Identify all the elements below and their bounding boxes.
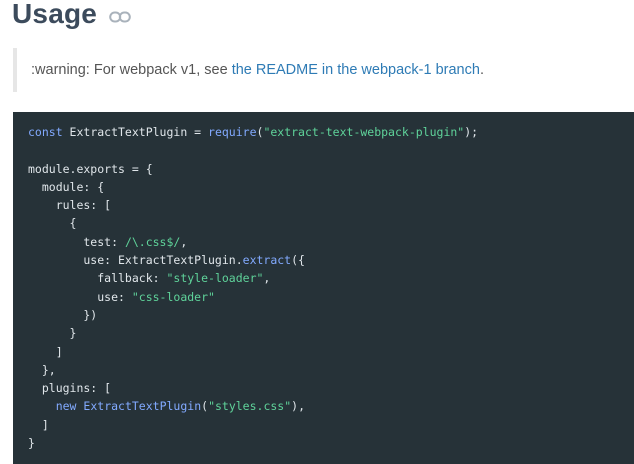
code-token: }	[28, 326, 77, 341]
code-token: use: ExtractTextPlugin.	[28, 253, 243, 268]
code-token: "extract-text-webpack-plugin"	[263, 125, 465, 139]
code-line: })	[28, 306, 634, 324]
code-token: /\.css$/	[124, 234, 181, 249]
code-line: new ExtractTextPlugin("styles.css"),	[28, 397, 634, 415]
code-token: use:	[28, 289, 132, 304]
code-token: "style-loader"	[166, 271, 264, 286]
code-line: }	[28, 434, 634, 452]
code-token: module.exports = {	[28, 161, 153, 176]
code-token: new	[55, 399, 77, 414]
code-line: module.exports = {	[28, 160, 634, 178]
code-token: rules: [	[28, 198, 112, 213]
code-token: const	[28, 125, 63, 139]
code-token: "styles.css"	[208, 399, 292, 414]
code-token: require	[208, 125, 257, 139]
code-token: fallback:	[28, 271, 167, 286]
code-line: use: ExtractTextPlugin.extract({	[28, 251, 634, 269]
code-line: fallback: "style-loader",	[28, 269, 634, 287]
code-token: test:	[28, 234, 125, 249]
code-token: ),	[291, 399, 306, 414]
code-token: {	[28, 216, 77, 231]
code-token: ]	[28, 417, 49, 432]
code-token: })	[28, 307, 98, 322]
code-token: ,	[180, 234, 188, 249]
code-line: {	[28, 214, 634, 232]
code-line: const ExtractTextPlugin = require("extra…	[28, 123, 634, 141]
code-line: }	[28, 324, 634, 342]
code-token: },	[28, 362, 56, 377]
code-line: ]	[28, 416, 634, 434]
code-block: const ExtractTextPlugin = require("extra…	[13, 112, 634, 464]
note-prefix: :warning: For webpack v1, see	[31, 62, 232, 78]
code-token: ]	[28, 344, 63, 359]
code-line: },	[28, 361, 634, 379]
note-suffix: .	[479, 62, 484, 78]
section-heading: Usage	[12, 0, 131, 32]
code-line: rules: [	[28, 196, 634, 214]
code-line: module: {	[28, 178, 634, 196]
heading-title: Usage	[12, 0, 98, 29]
code-token: ,	[263, 271, 271, 286]
readme-link[interactable]: the README in the webpack-1 branch	[232, 62, 480, 78]
code-line: ]	[28, 343, 634, 361]
code-token: );	[464, 125, 479, 139]
code-token: extract	[242, 253, 292, 268]
code-line: plugins: [	[28, 379, 634, 397]
code-line: use: "css-loader"	[28, 288, 634, 306]
code-token: }	[28, 436, 35, 451]
link-icon[interactable]	[109, 10, 131, 23]
code-token: plugins: [	[28, 381, 112, 396]
code-token: ({	[291, 253, 305, 268]
code-token: ExtractTextPlugin	[83, 399, 202, 414]
code-token: module: {	[28, 179, 105, 194]
code-token: ExtractTextPlugin =	[62, 125, 209, 139]
code-line: test: /\.css$/,	[28, 233, 634, 251]
code-token: "css-loader"	[131, 289, 215, 304]
warning-note: :warning: For webpack v1, see the README…	[13, 48, 613, 92]
